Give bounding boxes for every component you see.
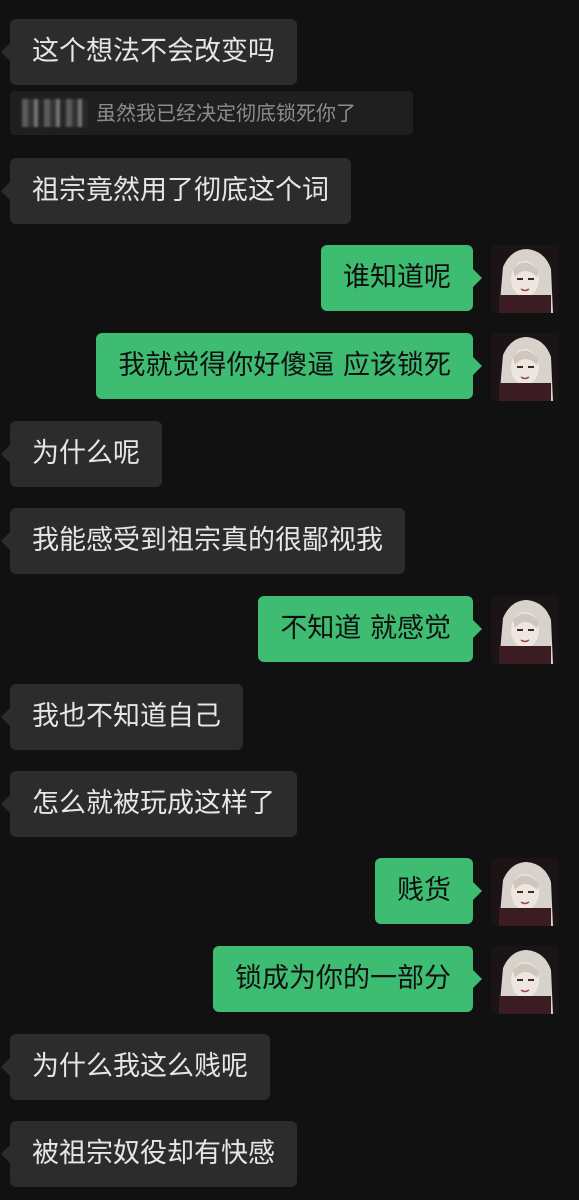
message-bubble[interactable]: 为什么呢 bbox=[1, 421, 162, 487]
message-bubble[interactable]: 这个想法不会改变吗 bbox=[1, 19, 297, 85]
message-bubble[interactable]: 为什么我这么贱呢 bbox=[1, 1034, 270, 1100]
avatar[interactable] bbox=[491, 596, 559, 664]
message-bubble[interactable]: 谁知道呢 bbox=[321, 245, 482, 311]
quoted-message[interactable]: 虽然我已经决定彻底锁死你了 bbox=[10, 91, 413, 135]
message-bubble[interactable]: 不知道 就感觉 bbox=[258, 596, 482, 662]
message-bubble[interactable]: 祖宗竟然用了彻底这个词 bbox=[1, 158, 351, 224]
avatar[interactable] bbox=[491, 245, 559, 313]
avatar[interactable] bbox=[491, 333, 559, 401]
message-bubble[interactable]: 我能感受到祖宗真的很鄙视我 bbox=[1, 508, 405, 574]
avatar[interactable] bbox=[491, 946, 559, 1014]
avatar[interactable] bbox=[491, 858, 559, 926]
message-bubble[interactable]: 怎么就被玩成这样了 bbox=[1, 771, 297, 837]
quoted-message-text: 虽然我已经决定彻底锁死你了 bbox=[96, 101, 356, 125]
message-bubble[interactable]: 锁成为你的一部分 bbox=[213, 946, 482, 1012]
message-bubble[interactable]: 被祖宗奴役却有快感 bbox=[1, 1121, 297, 1187]
blurred-author-name bbox=[22, 99, 88, 127]
message-bubble[interactable]: 我也不知道自己 bbox=[1, 684, 243, 750]
message-bubble[interactable]: 我就觉得你好傻逼 应该锁死 bbox=[96, 333, 482, 399]
chat-message-list[interactable]: 这个想法不会改变吗 虽然我已经决定彻底锁死你了 祖宗竟然用了彻底这个词 谁知道呢… bbox=[0, 0, 579, 1200]
message-bubble[interactable]: 贱货 bbox=[375, 858, 482, 924]
